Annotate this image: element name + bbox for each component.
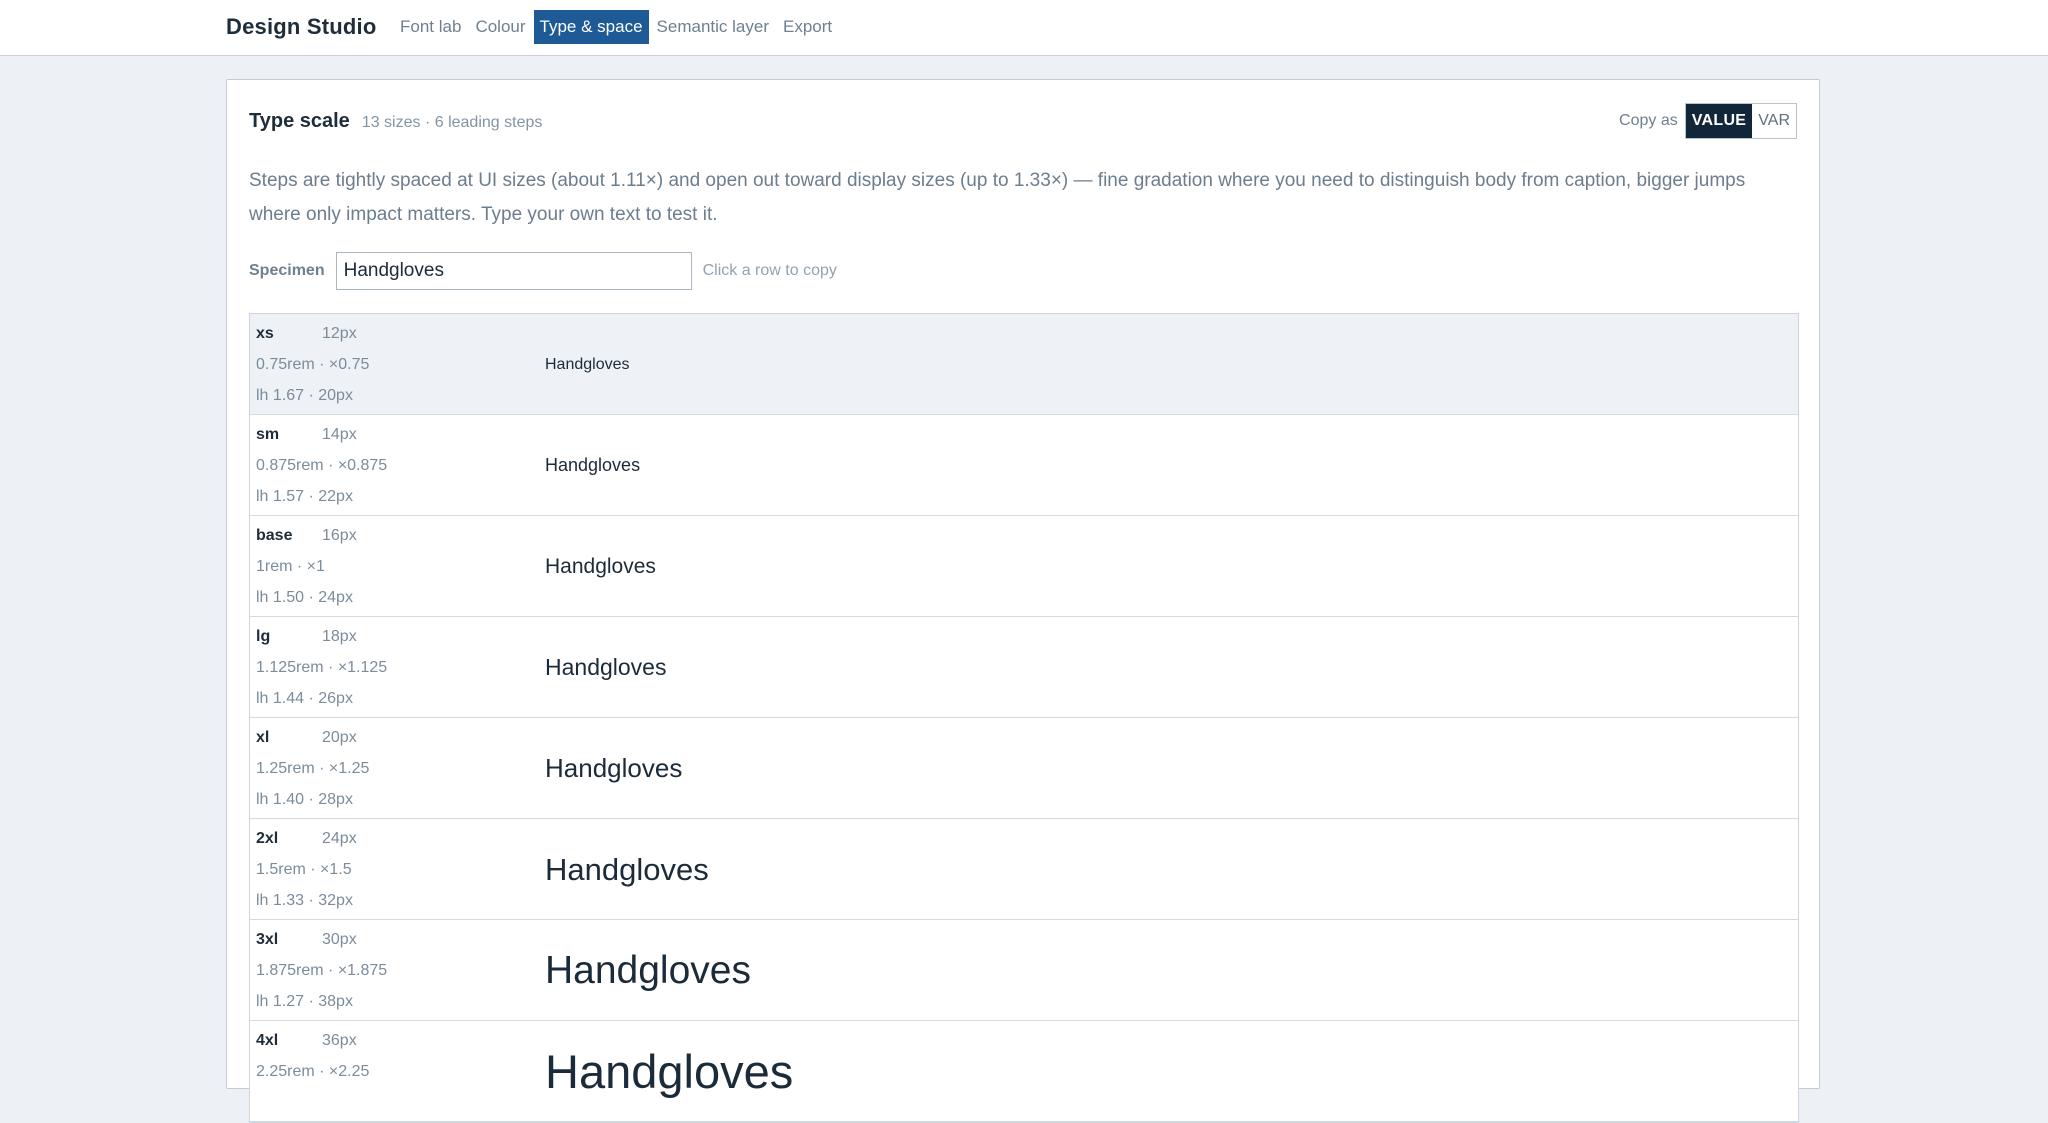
scale-token-line: sm 14px [256, 424, 526, 455]
scale-sample: Handgloves [545, 355, 630, 373]
scale-line-height: lh 1.27 · 38px [256, 993, 353, 1010]
scale-row-3xl[interactable]: 3xl 30px 1.875rem · ×1.875 lh 1.27 · 38px… [250, 920, 1798, 1021]
scale-token-line: base 16px [256, 525, 526, 556]
scale-row-xs[interactable]: xs 12px 0.75rem · ×0.75 lh 1.67 · 20px Ha… [250, 314, 1798, 415]
scale-token-line: 2xl 24px [256, 828, 526, 859]
scale-row-xl[interactable]: xl 20px 1.25rem · ×1.25 lh 1.40 · 28px Ha… [250, 718, 1798, 819]
scale-line-height: lh 1.40 · 28px [256, 791, 353, 808]
nav-tab-colour[interactable]: Colour [469, 10, 531, 44]
copy-as-var-button[interactable]: VAR [1752, 104, 1796, 138]
scale-rem: 1.5rem · ×1.5 [256, 861, 352, 878]
scale-row-meta: sm 14px 0.875rem · ×0.875 lh 1.57 · 22px [256, 424, 526, 517]
scale-row-base[interactable]: base 16px 1rem · ×1 lh 1.50 · 24px Handgl… [250, 516, 1798, 617]
specimen-input[interactable] [335, 252, 692, 290]
scale-sample: Handgloves [545, 948, 751, 992]
copy-as-label: Copy as [1619, 112, 1678, 129]
copy-hint: Click a row to copy [702, 262, 837, 279]
nav-tab-type-space[interactable]: Type & space [533, 10, 649, 44]
scale-sample: Handgloves [545, 654, 667, 680]
scale-row-meta: xs 12px 0.75rem · ×0.75 lh 1.67 · 20px [256, 323, 526, 416]
scale-token-line: xl 20px [256, 727, 526, 758]
scale-row-meta: 2xl 24px 1.5rem · ×1.5 lh 1.33 · 32px [256, 828, 526, 921]
type-scale-panel: Type scale 13 sizes · 6 leading steps Co… [226, 79, 1820, 1123]
scale-sample: Handgloves [545, 554, 656, 578]
scale-rem: 1.25rem · ×1.25 [256, 760, 370, 777]
specimen-label: Specimen [249, 262, 325, 279]
scale-line-height: lh 1.33 · 32px [256, 892, 353, 909]
scale-rem: 0.75rem · ×0.75 [256, 356, 370, 373]
scale-px: 16px [322, 527, 357, 544]
scale-row-sm[interactable]: sm 14px 0.875rem · ×0.875 lh 1.57 · 22px … [250, 415, 1798, 516]
scale-rem: 1.875rem · ×1.875 [256, 962, 388, 979]
scale-row-meta: xl 20px 1.25rem · ×1.25 lh 1.40 · 28px [256, 727, 526, 820]
scale-row-lg[interactable]: lg 18px 1.125rem · ×1.125 lh 1.44 · 26px … [250, 617, 1798, 718]
scale-line-height: lh 1.57 · 22px [256, 488, 353, 505]
scale-sample: Handgloves [545, 1045, 794, 1098]
main-nav: Font lab Colour Type & space Semantic la… [394, 10, 840, 44]
copy-as-control: Copy as VALUE VAR [1619, 103, 1797, 139]
scale-token-line: xs 12px [256, 323, 526, 354]
panel-meta: 13 sizes · 6 leading steps [361, 114, 543, 131]
app-title: Design Studio [226, 14, 377, 39]
scale-row-2xl[interactable]: 2xl 24px 1.5rem · ×1.5 lh 1.33 · 32px Han… [250, 819, 1798, 920]
scale-px: 14px [322, 426, 357, 443]
scale-token: xs [256, 325, 274, 342]
nav-tab-font-lab[interactable]: Font lab [394, 10, 467, 44]
scale-token-line: lg 18px [256, 626, 526, 657]
scale-px: 18px [322, 628, 357, 645]
scale-line-height: lh 1.44 · 26px [256, 690, 353, 707]
scale-px: 30px [322, 931, 357, 948]
scale-rem: 1.125rem · ×1.125 [256, 659, 388, 676]
scale-sample: Handgloves [545, 851, 709, 887]
scale-token: 3xl [256, 931, 279, 948]
scale-rem: 1rem · ×1 [256, 558, 325, 575]
scale-sample: Handgloves [545, 753, 683, 783]
copy-as-value-button[interactable]: VALUE [1685, 104, 1753, 138]
scale-line-height [256, 1092, 526, 1123]
scale-rem: 2.25rem · ×2.25 [256, 1063, 370, 1080]
scale-sample: Handgloves [545, 455, 641, 475]
scale-token: xl [256, 729, 270, 746]
panel-description: Steps are tightly spaced at UI sizes (ab… [249, 170, 1746, 225]
scale-px: 20px [322, 729, 357, 746]
scale-px: 12px [322, 325, 357, 342]
nav-tab-export[interactable]: Export [777, 10, 838, 44]
scale-row-4xl[interactable]: 4xl 36px 2.25rem · ×2.25 Handgloves [250, 1021, 1798, 1122]
scale-row-meta: lg 18px 1.125rem · ×1.125 lh 1.44 · 26px [256, 626, 526, 719]
scale-row-meta: 3xl 30px 1.875rem · ×1.875 lh 1.27 · 38px [256, 929, 526, 1022]
panel-title: Type scale [249, 110, 350, 132]
scale-token: 4xl [256, 1032, 279, 1049]
type-scale-table: xs 12px 0.75rem · ×0.75 lh 1.67 · 20px Ha… [249, 313, 1799, 1123]
scale-token: lg [256, 628, 271, 645]
top-bar: Design Studio Font lab Colour Type & spa… [0, 0, 2048, 56]
nav-tab-semantic-layer[interactable]: Semantic layer [651, 10, 775, 44]
scale-rem: 0.875rem · ×0.875 [256, 457, 388, 474]
scale-row-meta: base 16px 1rem · ×1 lh 1.50 · 24px [256, 525, 526, 618]
panel-header: Type scale 13 sizes · 6 leading steps [249, 110, 542, 133]
scale-token: base [256, 527, 293, 544]
scale-token-line: 4xl 36px [256, 1030, 526, 1061]
specimen-row: Specimen Click a row to copy [249, 252, 837, 290]
scale-line-height: lh 1.67 · 20px [256, 387, 353, 404]
scale-token: sm [256, 426, 280, 443]
scale-token-line: 3xl 30px [256, 929, 526, 960]
scale-px: 36px [322, 1032, 357, 1049]
scale-line-height: lh 1.50 · 24px [256, 589, 353, 606]
scale-row-meta: 4xl 36px 2.25rem · ×2.25 [256, 1030, 526, 1123]
scale-px: 24px [322, 830, 357, 847]
copy-as-toggle: VALUE VAR [1684, 103, 1797, 139]
scale-token: 2xl [256, 830, 279, 847]
